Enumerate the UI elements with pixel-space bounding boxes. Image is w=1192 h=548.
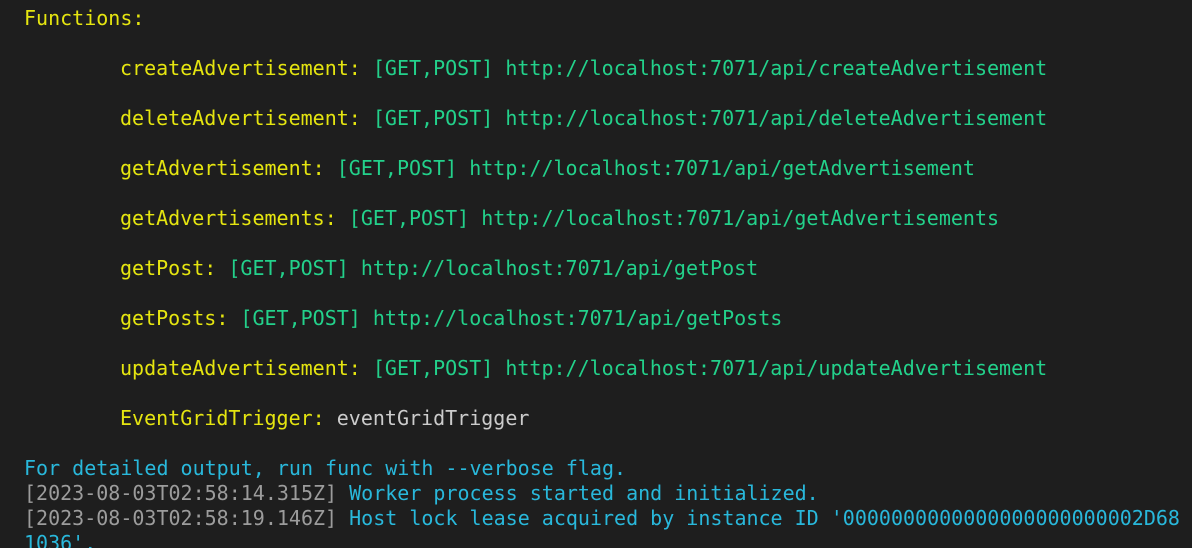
function-methods: [GET,POST] bbox=[228, 256, 349, 280]
function-name: getAdvertisement: bbox=[120, 156, 325, 180]
log-message: Host lock lease acquired by instance ID … bbox=[349, 506, 1180, 530]
verbose-info: For detailed output, run func with --ver… bbox=[24, 456, 627, 480]
function-row: updateAdvertisement: [GET,POST] http://l… bbox=[120, 356, 1047, 381]
function-row: deleteAdvertisement: [GET,POST] http://l… bbox=[120, 106, 1047, 131]
trigger-row: EventGridTrigger: eventGridTrigger bbox=[120, 406, 529, 431]
function-methods: [GET,POST] bbox=[372, 106, 494, 130]
function-row: getAdvertisements: [GET,POST] http://loc… bbox=[120, 206, 999, 231]
function-row: createAdvertisement: [GET,POST] http://l… bbox=[120, 56, 1047, 81]
function-name: getAdvertisements: bbox=[120, 206, 337, 230]
log-line: [2023-08-03T02:58:19.146Z] Host lock lea… bbox=[24, 506, 1180, 531]
function-url[interactable]: http://localhost:7071/api/getAdvertiseme… bbox=[469, 156, 975, 180]
function-methods: [GET,POST] bbox=[336, 156, 458, 180]
function-row: getPost: [GET,POST] http://localhost:707… bbox=[120, 256, 758, 281]
terminal-output[interactable]: Functions: createAdvertisement: [GET,POS… bbox=[0, 0, 1192, 548]
function-name: getPost: bbox=[120, 256, 217, 280]
function-methods: [GET,POST] bbox=[372, 356, 494, 380]
function-name: getPosts: bbox=[120, 306, 229, 330]
trigger-type: eventGridTrigger bbox=[336, 406, 530, 430]
function-name: createAdvertisement: bbox=[120, 56, 361, 80]
function-row: getAdvertisement: [GET,POST] http://loca… bbox=[120, 156, 975, 181]
log-timestamp: [2023-08-03T02:58:19.146Z] bbox=[24, 506, 338, 530]
log-continuation: 1036'. bbox=[24, 531, 97, 548]
function-url[interactable]: http://localhost:7071/api/deleteAdvertis… bbox=[505, 106, 1047, 130]
function-url[interactable]: http://localhost:7071/api/updateAdvertis… bbox=[505, 356, 1047, 380]
trigger-name: EventGridTrigger: bbox=[120, 406, 325, 430]
function-name: updateAdvertisement: bbox=[120, 356, 361, 380]
log-line: [2023-08-03T02:58:14.315Z] Worker proces… bbox=[24, 481, 819, 506]
log-timestamp: [2023-08-03T02:58:14.315Z] bbox=[24, 481, 338, 505]
function-url[interactable]: http://localhost:7071/api/getAdvertiseme… bbox=[481, 206, 999, 230]
log-message: Worker process started and initialized. bbox=[349, 481, 819, 505]
function-methods: [GET,POST] bbox=[372, 56, 494, 80]
function-url[interactable]: http://localhost:7071/api/getPosts bbox=[373, 306, 782, 330]
function-url[interactable]: http://localhost:7071/api/createAdvertis… bbox=[505, 56, 1047, 80]
function-methods: [GET,POST] bbox=[348, 206, 470, 230]
function-url[interactable]: http://localhost:7071/api/getPost bbox=[361, 256, 758, 280]
function-name: deleteAdvertisement: bbox=[120, 106, 361, 130]
function-row: getPosts: [GET,POST] http://localhost:70… bbox=[120, 306, 782, 331]
functions-header: Functions: bbox=[24, 6, 145, 30]
function-methods: [GET,POST] bbox=[240, 306, 361, 330]
